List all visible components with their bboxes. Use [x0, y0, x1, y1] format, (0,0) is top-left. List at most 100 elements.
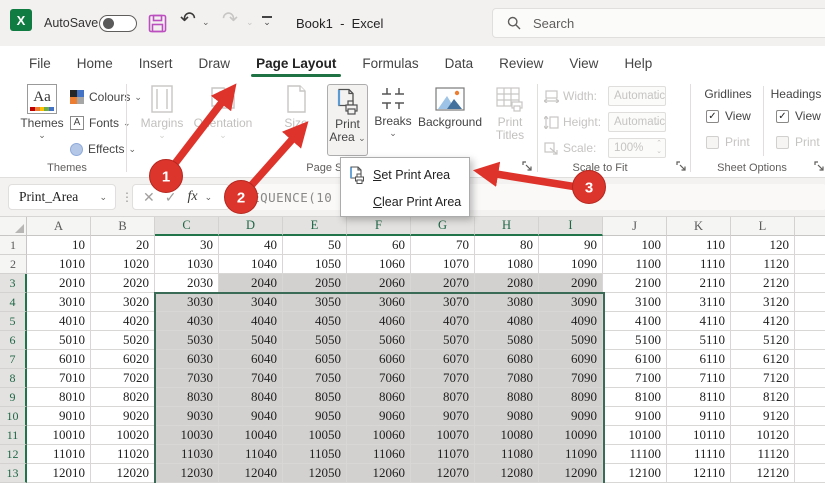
row-header-13[interactable]: 13 — [0, 464, 27, 483]
cell-E11[interactable]: 10050 — [283, 426, 347, 445]
cell-G9[interactable]: 8070 — [411, 388, 475, 407]
cell-C13[interactable]: 12030 — [155, 464, 219, 483]
cell-C9[interactable]: 8030 — [155, 388, 219, 407]
row-header-5[interactable]: 5 — [0, 312, 27, 331]
cell-B10[interactable]: 9020 — [91, 407, 155, 426]
cell-I10[interactable]: 9090 — [539, 407, 603, 426]
cell-L3[interactable]: 2120 — [731, 274, 795, 293]
cell-D6[interactable]: 5040 — [219, 331, 283, 350]
row-header-7[interactable]: 7 — [0, 350, 27, 369]
cell-D13[interactable]: 12040 — [219, 464, 283, 483]
cell-H6[interactable]: 5080 — [475, 331, 539, 350]
column-header-B[interactable]: B — [91, 217, 155, 236]
cell-A6[interactable]: 5010 — [27, 331, 91, 350]
cell-J7[interactable]: 6100 — [603, 350, 667, 369]
cell-K13[interactable]: 12110 — [667, 464, 731, 483]
cell-F12[interactable]: 11060 — [347, 445, 411, 464]
cell-F2[interactable]: 1060 — [347, 255, 411, 274]
column-header-E[interactable]: E — [283, 217, 347, 236]
cell-K8[interactable]: 7110 — [667, 369, 731, 388]
cell-F13[interactable]: 12060 — [347, 464, 411, 483]
tab-file[interactable]: File — [16, 46, 64, 80]
cell-partial[interactable] — [795, 331, 825, 350]
column-header-A[interactable]: A — [27, 217, 91, 236]
cell-A1[interactable]: 10 — [27, 236, 91, 255]
cell-F9[interactable]: 8060 — [347, 388, 411, 407]
cell-G6[interactable]: 5070 — [411, 331, 475, 350]
cell-I4[interactable]: 3090 — [539, 293, 603, 312]
cell-C5[interactable]: 4030 — [155, 312, 219, 331]
cell-E13[interactable]: 12050 — [283, 464, 347, 483]
cell-A4[interactable]: 3010 — [27, 293, 91, 312]
cell-I5[interactable]: 4090 — [539, 312, 603, 331]
tab-insert[interactable]: Insert — [126, 46, 186, 80]
cell-I1[interactable]: 90 — [539, 236, 603, 255]
cell-J13[interactable]: 12100 — [603, 464, 667, 483]
cell-L11[interactable]: 10120 — [731, 426, 795, 445]
row-header-9[interactable]: 9 — [0, 388, 27, 407]
cell-G12[interactable]: 11070 — [411, 445, 475, 464]
cell-I12[interactable]: 11090 — [539, 445, 603, 464]
menu-item-set-print-area[interactable]: Set Print Area — [341, 161, 469, 188]
cell-G5[interactable]: 4070 — [411, 312, 475, 331]
save-icon[interactable] — [148, 12, 168, 34]
cell-E8[interactable]: 7050 — [283, 369, 347, 388]
cell-I8[interactable]: 7090 — [539, 369, 603, 388]
cell-K9[interactable]: 8110 — [667, 388, 731, 407]
select-all-corner[interactable] — [0, 217, 27, 236]
headings-view-checkbox[interactable]: ✓ View — [776, 109, 821, 123]
cell-C4[interactable]: 3030 — [155, 293, 219, 312]
cell-H9[interactable]: 8080 — [475, 388, 539, 407]
cell-H10[interactable]: 9080 — [475, 407, 539, 426]
cell-D4[interactable]: 3040 — [219, 293, 283, 312]
cell-G10[interactable]: 9070 — [411, 407, 475, 426]
cell-I13[interactable]: 12090 — [539, 464, 603, 483]
row-header-4[interactable]: 4 — [0, 293, 27, 312]
cell-J1[interactable]: 100 — [603, 236, 667, 255]
cell-C6[interactable]: 5030 — [155, 331, 219, 350]
print-area-button[interactable]: Print Area ⌄ — [327, 84, 368, 156]
tab-page-layout[interactable]: Page Layout — [243, 46, 349, 80]
cell-L1[interactable]: 120 — [731, 236, 795, 255]
cell-I3[interactable]: 2090 — [539, 274, 603, 293]
cell-L10[interactable]: 9120 — [731, 407, 795, 426]
column-header-C[interactable]: C — [155, 217, 219, 236]
cell-A7[interactable]: 6010 — [27, 350, 91, 369]
cell-J12[interactable]: 11100 — [603, 445, 667, 464]
cell-H7[interactable]: 6080 — [475, 350, 539, 369]
column-header-partial[interactable] — [795, 217, 825, 236]
cell-G13[interactable]: 12070 — [411, 464, 475, 483]
cell-B1[interactable]: 20 — [91, 236, 155, 255]
cell-J9[interactable]: 8100 — [603, 388, 667, 407]
cell-H4[interactable]: 3080 — [475, 293, 539, 312]
cell-A9[interactable]: 8010 — [27, 388, 91, 407]
name-box[interactable]: Print_Area ⌄ — [8, 184, 116, 210]
row-header-2[interactable]: 2 — [0, 255, 27, 274]
cell-partial[interactable] — [795, 445, 825, 464]
cell-B8[interactable]: 7020 — [91, 369, 155, 388]
cell-D10[interactable]: 9040 — [219, 407, 283, 426]
page-setup-dialog-launcher-icon[interactable] — [522, 161, 533, 172]
row-header-1[interactable]: 1 — [0, 236, 27, 255]
cell-F10[interactable]: 9060 — [347, 407, 411, 426]
cell-H12[interactable]: 11080 — [475, 445, 539, 464]
cell-A5[interactable]: 4010 — [27, 312, 91, 331]
cell-A11[interactable]: 10010 — [27, 426, 91, 445]
cell-G4[interactable]: 3070 — [411, 293, 475, 312]
undo-chevron-icon[interactable]: ⌄ — [202, 17, 210, 28]
cell-partial[interactable] — [795, 312, 825, 331]
cell-K7[interactable]: 6110 — [667, 350, 731, 369]
cell-K1[interactable]: 110 — [667, 236, 731, 255]
cell-L6[interactable]: 5120 — [731, 331, 795, 350]
cell-H11[interactable]: 10080 — [475, 426, 539, 445]
cell-C8[interactable]: 7030 — [155, 369, 219, 388]
cell-B11[interactable]: 10020 — [91, 426, 155, 445]
row-header-3[interactable]: 3 — [0, 274, 27, 293]
cell-J10[interactable]: 9100 — [603, 407, 667, 426]
row-header-8[interactable]: 8 — [0, 369, 27, 388]
cell-A3[interactable]: 2010 — [27, 274, 91, 293]
cell-A12[interactable]: 11010 — [27, 445, 91, 464]
cell-partial[interactable] — [795, 255, 825, 274]
cell-G8[interactable]: 7070 — [411, 369, 475, 388]
cell-D5[interactable]: 4040 — [219, 312, 283, 331]
